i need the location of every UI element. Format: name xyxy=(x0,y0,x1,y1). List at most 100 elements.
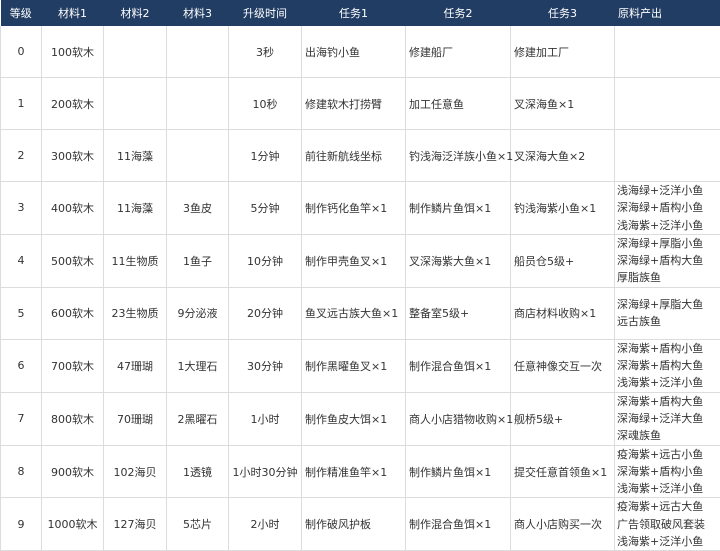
material-1-cell: 400软木 xyxy=(42,182,104,235)
output-cell: 深海紫+盾构大鱼深海绿+泛洋大鱼深魂族鱼 xyxy=(615,392,720,445)
material-1-cell: 100软木 xyxy=(42,26,104,78)
output-line: 浅海紫+泛洋小鱼 xyxy=(617,480,718,497)
task-3-cell: 舰桥5级+ xyxy=(511,392,615,445)
task-3-cell: 商店材料收购×1 xyxy=(511,287,615,339)
output-cell xyxy=(615,26,720,78)
level-cell: 0 xyxy=(1,26,42,78)
material-3-cell: 1大理石 xyxy=(167,339,229,392)
task-2-cell: 制作混合鱼饵×1 xyxy=(406,339,511,392)
table-row: 3400软木11海藻3鱼皮5分钟制作钙化鱼竿×1制作鳞片鱼饵×1钓浅海紫小鱼×1… xyxy=(1,182,720,235)
material-2-cell: 70珊瑚 xyxy=(104,392,167,445)
output-line: 深魂族鱼 xyxy=(617,427,718,444)
table-row: 8900软木102海贝1透镜1小时30分钟制作精准鱼竿×1制作鳞片鱼饵×1提交任… xyxy=(1,445,720,498)
material-1-cell: 700软木 xyxy=(42,339,104,392)
material-1-cell: 500软木 xyxy=(42,234,104,287)
output-line: 深海绿+厚脂大鱼 xyxy=(617,296,718,313)
material-2-cell xyxy=(104,78,167,130)
material-1-cell: 1000软木 xyxy=(42,498,104,551)
material-3-cell xyxy=(167,130,229,182)
material-2-cell: 127海贝 xyxy=(104,498,167,551)
material-1-cell: 200软木 xyxy=(42,78,104,130)
output-line: 深海绿+盾构小鱼 xyxy=(617,199,718,216)
task-2-cell: 制作混合鱼饵×1 xyxy=(406,498,511,551)
output-line: 浅海紫+泛洋小鱼 xyxy=(617,533,718,550)
table-row: 2300软木11海藻1分钟前往新航线坐标钓浅海泛洋族小鱼×1叉深海大鱼×2 xyxy=(1,130,720,182)
material-3-cell: 2黑曜石 xyxy=(167,392,229,445)
upgrade-time-cell: 10分钟 xyxy=(229,234,302,287)
header-material-2: 材料2 xyxy=(104,0,167,26)
task-2-cell: 叉深海紫大鱼×1 xyxy=(406,234,511,287)
header-task-2: 任务2 xyxy=(406,0,511,26)
task-3-cell: 修建加工厂 xyxy=(511,26,615,78)
upgrade-time-cell: 2小时 xyxy=(229,498,302,551)
task-3-cell: 叉深海大鱼×2 xyxy=(511,130,615,182)
material-1-cell: 900软木 xyxy=(42,445,104,498)
upgrade-time-cell: 1小时30分钟 xyxy=(229,445,302,498)
material-1-cell: 300软木 xyxy=(42,130,104,182)
material-3-cell: 3鱼皮 xyxy=(167,182,229,235)
output-cell xyxy=(615,130,720,182)
task-3-cell: 叉深海鱼×1 xyxy=(511,78,615,130)
output-line: 远古族鱼 xyxy=(617,313,718,330)
upgrade-time-cell: 5分钟 xyxy=(229,182,302,235)
material-3-cell: 1透镜 xyxy=(167,445,229,498)
output-line: 广告领取破风套装 xyxy=(617,516,718,533)
task-1-cell: 出海钓小鱼 xyxy=(302,26,406,78)
output-line: 深海紫+盾构大鱼 xyxy=(617,393,718,410)
table-row: 7800软木70珊瑚2黑曜石1小时制作鱼皮大饵×1商人小店猎物收购×1舰桥5级+… xyxy=(1,392,720,445)
output-line: 深海紫+盾构大鱼 xyxy=(617,357,718,374)
output-line: 深海绿+盾构大鱼 xyxy=(617,252,718,269)
task-1-cell: 修建软木打捞臂 xyxy=(302,78,406,130)
header-level: 等级 xyxy=(1,0,42,26)
material-2-cell: 11海藻 xyxy=(104,182,167,235)
material-2-cell: 23生物质 xyxy=(104,287,167,339)
level-cell: 2 xyxy=(1,130,42,182)
upgrade-time-cell: 10秒 xyxy=(229,78,302,130)
level-cell: 4 xyxy=(1,234,42,287)
level-cell: 1 xyxy=(1,78,42,130)
output-line: 深海绿+泛洋大鱼 xyxy=(617,410,718,427)
upgrade-time-cell: 20分钟 xyxy=(229,287,302,339)
output-line: 疫海紫+远古小鱼 xyxy=(617,446,718,463)
level-cell: 8 xyxy=(1,445,42,498)
header-upgrade-time: 升级时间 xyxy=(229,0,302,26)
task-1-cell: 鱼叉远古族大鱼×1 xyxy=(302,287,406,339)
output-cell: 深海绿+厚脂大鱼远古族鱼 xyxy=(615,287,720,339)
header-material-1: 材料1 xyxy=(42,0,104,26)
material-3-cell xyxy=(167,26,229,78)
material-3-cell: 5芯片 xyxy=(167,498,229,551)
header-material-3: 材料3 xyxy=(167,0,229,26)
table-row: 1200软木10秒修建软木打捞臂加工任意鱼叉深海鱼×1 xyxy=(1,78,720,130)
output-line: 深海紫+盾构小鱼 xyxy=(617,463,718,480)
task-1-cell: 制作鱼皮大饵×1 xyxy=(302,392,406,445)
output-line: 深海绿+厚脂小鱼 xyxy=(617,235,718,252)
level-cell: 5 xyxy=(1,287,42,339)
upgrade-time-cell: 30分钟 xyxy=(229,339,302,392)
task-3-cell: 船员仓5级+ xyxy=(511,234,615,287)
output-cell: 浅海绿+泛洋小鱼深海绿+盾构小鱼浅海紫+泛洋小鱼 xyxy=(615,182,720,235)
task-1-cell: 前往新航线坐标 xyxy=(302,130,406,182)
level-cell: 3 xyxy=(1,182,42,235)
task-3-cell: 提交任意首领鱼×1 xyxy=(511,445,615,498)
header-task-1: 任务1 xyxy=(302,0,406,26)
material-2-cell: 47珊瑚 xyxy=(104,339,167,392)
table-row: 91000软木127海贝5芯片2小时制作破风护板制作混合鱼饵×1商人小店购买一次… xyxy=(1,498,720,551)
table-row: 5600软木23生物质9分泌液20分钟鱼叉远古族大鱼×1整备室5级+商店材料收购… xyxy=(1,287,720,339)
output-cell: 疫海紫+远古大鱼广告领取破风套装浅海紫+泛洋小鱼 xyxy=(615,498,720,551)
task-3-cell: 商人小店购买一次 xyxy=(511,498,615,551)
task-1-cell: 制作黑曜鱼叉×1 xyxy=(302,339,406,392)
output-line: 浅海紫+泛洋小鱼 xyxy=(617,374,718,391)
material-3-cell xyxy=(167,78,229,130)
task-2-cell: 制作鳞片鱼饵×1 xyxy=(406,182,511,235)
upgrade-time-cell: 1分钟 xyxy=(229,130,302,182)
material-3-cell: 1鱼子 xyxy=(167,234,229,287)
task-1-cell: 制作精准鱼竿×1 xyxy=(302,445,406,498)
task-2-cell: 整备室5级+ xyxy=(406,287,511,339)
task-1-cell: 制作甲壳鱼叉×1 xyxy=(302,234,406,287)
task-1-cell: 制作钙化鱼竿×1 xyxy=(302,182,406,235)
upgrade-time-cell: 3秒 xyxy=(229,26,302,78)
upgrade-time-cell: 1小时 xyxy=(229,392,302,445)
table-row: 4500软木11生物质1鱼子10分钟制作甲壳鱼叉×1叉深海紫大鱼×1船员仓5级+… xyxy=(1,234,720,287)
material-2-cell: 11生物质 xyxy=(104,234,167,287)
output-line: 浅海紫+泛洋小鱼 xyxy=(617,217,718,234)
